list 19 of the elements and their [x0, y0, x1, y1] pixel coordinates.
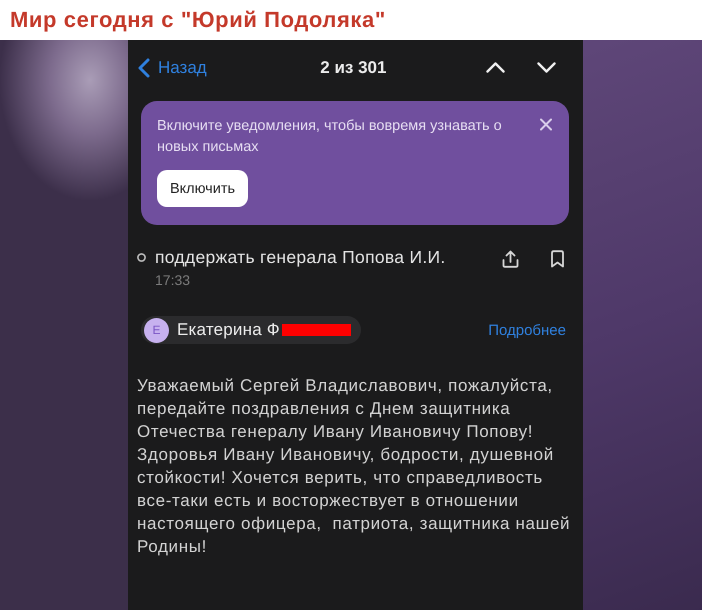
message-subject: поддержать генерала Попова И.И.: [155, 247, 446, 268]
notification-text: Включите уведомления, чтобы вовремя узнавать о новых письмах: [157, 117, 503, 157]
details-link[interactable]: Подробнее: [488, 322, 566, 338]
sender-chip[interactable]: Е Екатерина Ф: [141, 316, 361, 344]
share-icon[interactable]: [502, 250, 519, 268]
channel-title: Мир сегодня с "Юрий Подоляка": [10, 7, 386, 33]
message-counter: 2 из 301: [319, 58, 388, 78]
bookmark-icon[interactable]: [549, 250, 566, 268]
sender-avatar: Е: [144, 318, 169, 342]
chevron-left-icon: [137, 58, 150, 78]
chevron-up-icon[interactable]: [486, 62, 505, 73]
close-icon[interactable]: [540, 118, 552, 131]
message-time: 17:33: [155, 272, 190, 288]
message-body: Уважаемый Сергей Владиславович, пожалуйста, передайте поздравления с Днем защитника Отечества генералу Ивану Ивановичу Попову! Здоровья Ивану Ивановичу, бодрости, душевной стойкости! Хочется верить, что справедливость все-таки есть и восторжествует в отношении настоящего офицера, патриота, защитника нашей Родины!: [137, 375, 572, 558]
chevron-down-icon[interactable]: [537, 62, 556, 73]
sender-name: Екатерина Ф: [177, 320, 351, 340]
enable-button[interactable]: Включить: [157, 170, 248, 207]
read-status-icon[interactable]: [137, 253, 146, 262]
back-button[interactable]: Назад: [137, 58, 207, 78]
